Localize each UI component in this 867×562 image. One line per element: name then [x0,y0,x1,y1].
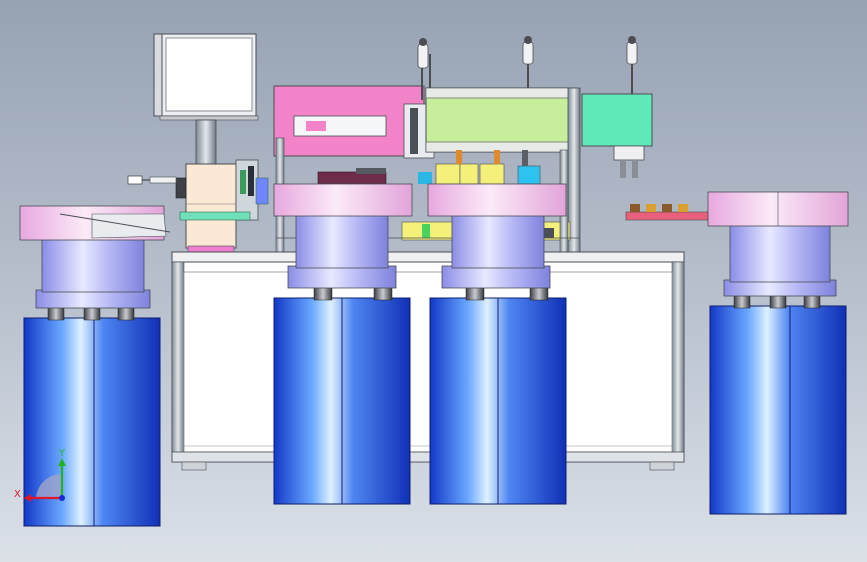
cad-scene[interactable]: X Y [0,0,867,562]
cyan-gripper-head[interactable] [581,93,653,178]
vibratory-feeder-left[interactable] [19,205,171,527]
cad-viewport[interactable]: X Y [0,0,867,562]
monitor[interactable] [153,33,259,165]
sensor-arm[interactable] [127,175,178,185]
pink-slide-unit[interactable] [273,85,435,159]
pneumatic-cylinder-middle[interactable] [522,36,534,90]
part-conveyor-right[interactable] [625,204,709,221]
pneumatic-cylinder-right[interactable] [626,36,638,94]
vibratory-feeder-right[interactable] [707,191,849,515]
frame-table[interactable] [171,251,685,471]
vibratory-feeder-center-left[interactable] [273,183,413,505]
triad-z-axis [59,495,65,501]
triad-y-label: Y [58,448,66,459]
control-box[interactable] [175,163,237,253]
triad-x-label: X [14,489,21,500]
